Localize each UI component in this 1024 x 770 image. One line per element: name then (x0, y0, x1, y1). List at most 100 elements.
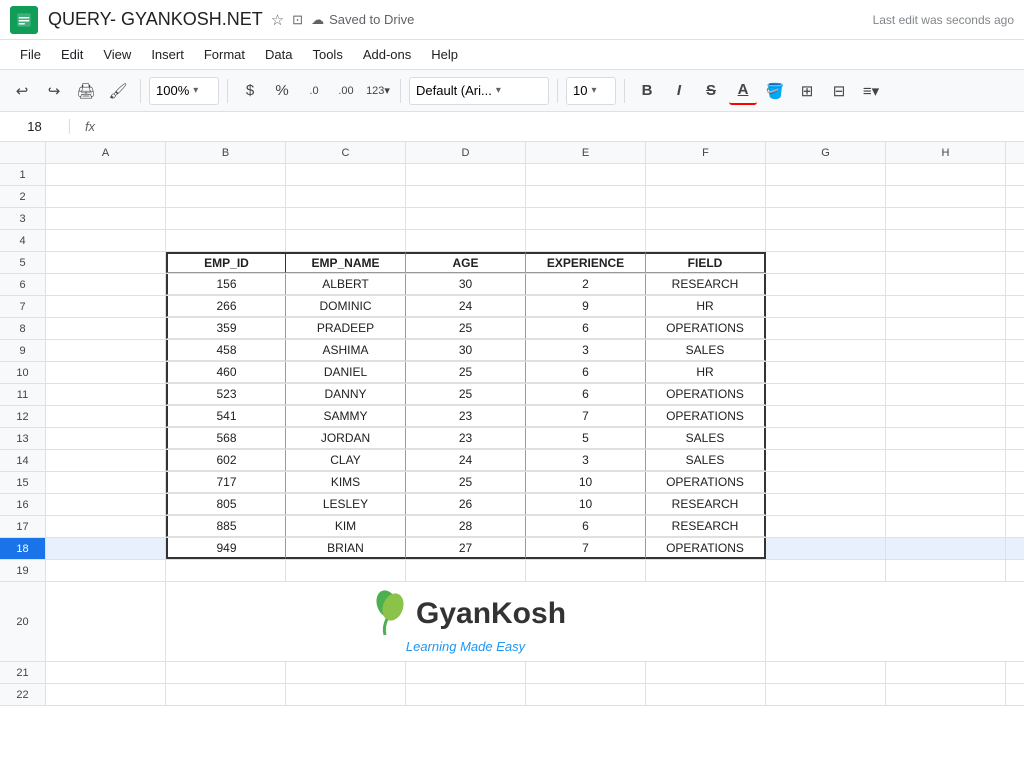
cell-emp-id[interactable]: 458 (166, 340, 286, 361)
cell[interactable] (646, 164, 766, 185)
cell[interactable] (286, 560, 406, 581)
cell[interactable] (46, 384, 166, 405)
menu-file[interactable]: File (10, 43, 51, 66)
borders-button[interactable]: ⊞ (793, 77, 821, 105)
cell[interactable] (46, 516, 166, 537)
format-123-button[interactable]: 123▾ (364, 77, 392, 105)
cell[interactable] (286, 164, 406, 185)
cell-emp-id-header[interactable]: EMP_ID (166, 252, 286, 273)
decimal-decrease-button[interactable]: .0 (300, 77, 328, 105)
cell-age[interactable]: 30 (406, 274, 526, 295)
cell-age[interactable]: 23 (406, 406, 526, 427)
cell-age[interactable]: 25 (406, 318, 526, 339)
col-header-e[interactable]: E (526, 142, 646, 163)
menu-help[interactable]: Help (421, 43, 468, 66)
cell-emp-id[interactable]: 523 (166, 384, 286, 405)
cell[interactable] (286, 662, 406, 683)
percent-button[interactable]: % (268, 77, 296, 105)
underline-button[interactable]: A (729, 77, 757, 105)
cell-emp-name[interactable]: DANIEL (286, 362, 406, 383)
cell[interactable] (766, 684, 886, 705)
cell[interactable] (46, 186, 166, 207)
cell[interactable] (46, 494, 166, 515)
cell-experience[interactable]: 3 (526, 450, 646, 471)
cell[interactable] (286, 684, 406, 705)
cell-emp-id[interactable]: 541 (166, 406, 286, 427)
cell[interactable] (526, 208, 646, 229)
cell[interactable] (886, 450, 1006, 471)
cell-emp-id[interactable]: 805 (166, 494, 286, 515)
cell-age[interactable]: 25 (406, 362, 526, 383)
cell-emp-name[interactable]: ALBERT (286, 274, 406, 295)
cell[interactable] (166, 230, 286, 251)
cell-age[interactable]: 30 (406, 340, 526, 361)
cell[interactable] (766, 450, 886, 471)
cell[interactable] (166, 560, 286, 581)
strikethrough-button[interactable]: S (697, 77, 725, 105)
merge-button[interactable]: ⊟ (825, 77, 853, 105)
cell[interactable] (766, 406, 886, 427)
cell-emp-name[interactable]: KIMS (286, 472, 406, 493)
cell[interactable] (646, 186, 766, 207)
currency-button[interactable]: $ (236, 77, 264, 105)
cell-emp-id[interactable]: 949 (166, 538, 286, 559)
cell-experience[interactable]: 3 (526, 340, 646, 361)
cell-age[interactable]: 26 (406, 494, 526, 515)
cell[interactable] (886, 186, 1006, 207)
cell[interactable] (886, 318, 1006, 339)
cell[interactable] (766, 662, 886, 683)
font-size-select[interactable]: 10 ▾ (566, 77, 616, 105)
cell[interactable] (46, 362, 166, 383)
cell[interactable] (886, 516, 1006, 537)
cell[interactable] (526, 662, 646, 683)
bold-button[interactable]: B (633, 77, 661, 105)
italic-button[interactable]: I (665, 77, 693, 105)
cell[interactable] (46, 538, 166, 559)
cell[interactable] (286, 230, 406, 251)
cell-emp-id[interactable]: 885 (166, 516, 286, 537)
cell[interactable] (46, 318, 166, 339)
menu-edit[interactable]: Edit (51, 43, 93, 66)
cell[interactable] (166, 208, 286, 229)
cell[interactable] (46, 230, 166, 251)
cell[interactable] (46, 662, 166, 683)
cell-field[interactable]: HR (646, 362, 766, 383)
cell[interactable] (766, 384, 886, 405)
cell[interactable] (406, 684, 526, 705)
cell-field[interactable]: OPERATIONS (646, 538, 766, 559)
font-select[interactable]: Default (Ari... ▾ (409, 77, 549, 105)
undo-button[interactable]: ↩ (8, 77, 36, 105)
cell[interactable] (46, 252, 166, 273)
cell[interactable] (886, 684, 1006, 705)
cell-emp-name[interactable]: DOMINIC (286, 296, 406, 317)
menu-insert[interactable]: Insert (141, 43, 194, 66)
cell-field[interactable]: OPERATIONS (646, 318, 766, 339)
cell[interactable] (766, 252, 886, 273)
menu-tools[interactable]: Tools (302, 43, 352, 66)
cell[interactable] (766, 318, 886, 339)
cell[interactable] (886, 472, 1006, 493)
col-header-d[interactable]: D (406, 142, 526, 163)
cell[interactable] (766, 208, 886, 229)
menu-format[interactable]: Format (194, 43, 255, 66)
cell[interactable] (886, 296, 1006, 317)
cell[interactable] (46, 406, 166, 427)
cell[interactable] (46, 340, 166, 361)
col-header-f[interactable]: F (646, 142, 766, 163)
cell-emp-name[interactable]: SAMMY (286, 406, 406, 427)
cell-emp-name[interactable]: BRIAN (286, 538, 406, 559)
col-header-h[interactable]: H (886, 142, 1006, 163)
cell-experience[interactable]: 7 (526, 538, 646, 559)
cell[interactable] (886, 164, 1006, 185)
col-header-b[interactable]: B (166, 142, 286, 163)
cell[interactable] (886, 662, 1006, 683)
cell-emp-id[interactable]: 266 (166, 296, 286, 317)
cell[interactable] (886, 428, 1006, 449)
align-button[interactable]: ≡▾ (857, 77, 885, 105)
cell[interactable] (46, 560, 166, 581)
cell[interactable] (766, 362, 886, 383)
cell-age[interactable]: 25 (406, 384, 526, 405)
cell-field[interactable]: OPERATIONS (646, 406, 766, 427)
cell-emp-name[interactable]: DANNY (286, 384, 406, 405)
col-header-c[interactable]: C (286, 142, 406, 163)
